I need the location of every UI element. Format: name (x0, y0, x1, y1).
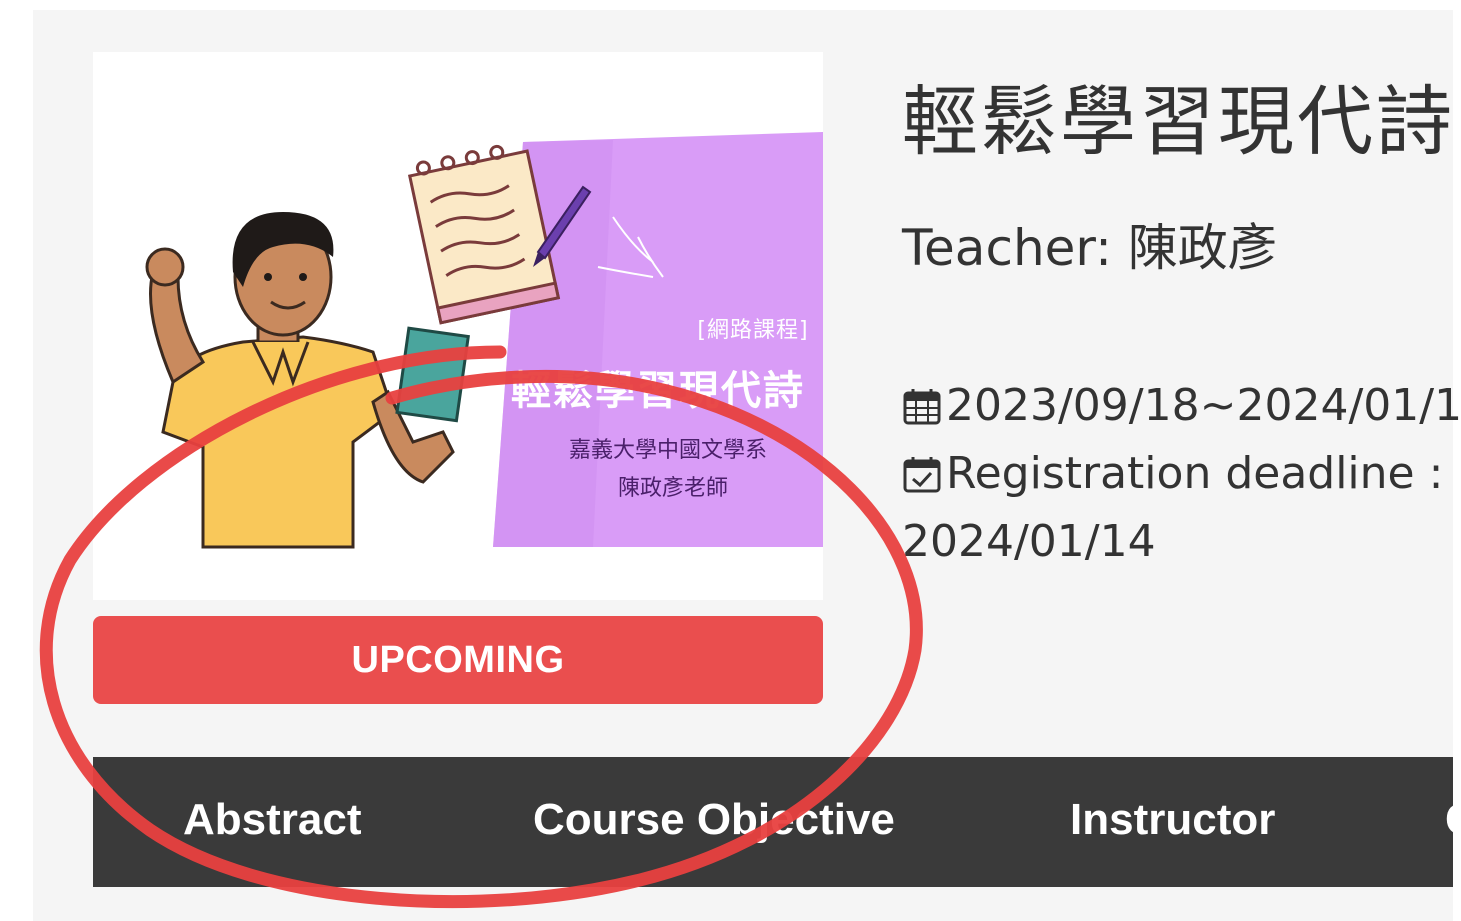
course-tabs: Abstract Course Objective Instructor C (93, 757, 1453, 887)
tab-abstract[interactable]: Abstract (183, 795, 362, 845)
registration-row: Registration deadline : (902, 448, 1443, 499)
course-dates: 2023/09/18~2024/01/15 (946, 380, 1461, 431)
registration-date: 2024/01/14 (902, 516, 1156, 567)
thumbnail-teacher: 陳政彥老師 (617, 476, 728, 501)
course-thumbnail[interactable]: [網路課程] 輕鬆學習現代詩 嘉義大學中國文學系 陳政彥老師 (93, 52, 823, 600)
course-title: 輕鬆學習現代詩 (902, 77, 1455, 166)
course-teacher: Teacher: 陳政彥 (902, 219, 1278, 277)
thumbnail-subtitle: [網路課程] (697, 318, 809, 343)
calendar-check-icon (903, 456, 941, 492)
registration-label: Registration deadline : (946, 448, 1444, 499)
status-button[interactable]: UPCOMING (93, 616, 823, 704)
tab-instructor[interactable]: Instructor (1070, 795, 1275, 845)
thumbnail-title: 輕鬆學習現代詩 (511, 368, 805, 414)
thumbnail-department: 嘉義大學中國文學系 (568, 438, 767, 463)
tab-course-objective[interactable]: Course Objective (533, 795, 895, 845)
calendar-icon (903, 388, 941, 424)
tab-next[interactable]: C (1445, 795, 1453, 845)
course-dates-row: 2023/09/18~2024/01/15 (902, 380, 1461, 431)
